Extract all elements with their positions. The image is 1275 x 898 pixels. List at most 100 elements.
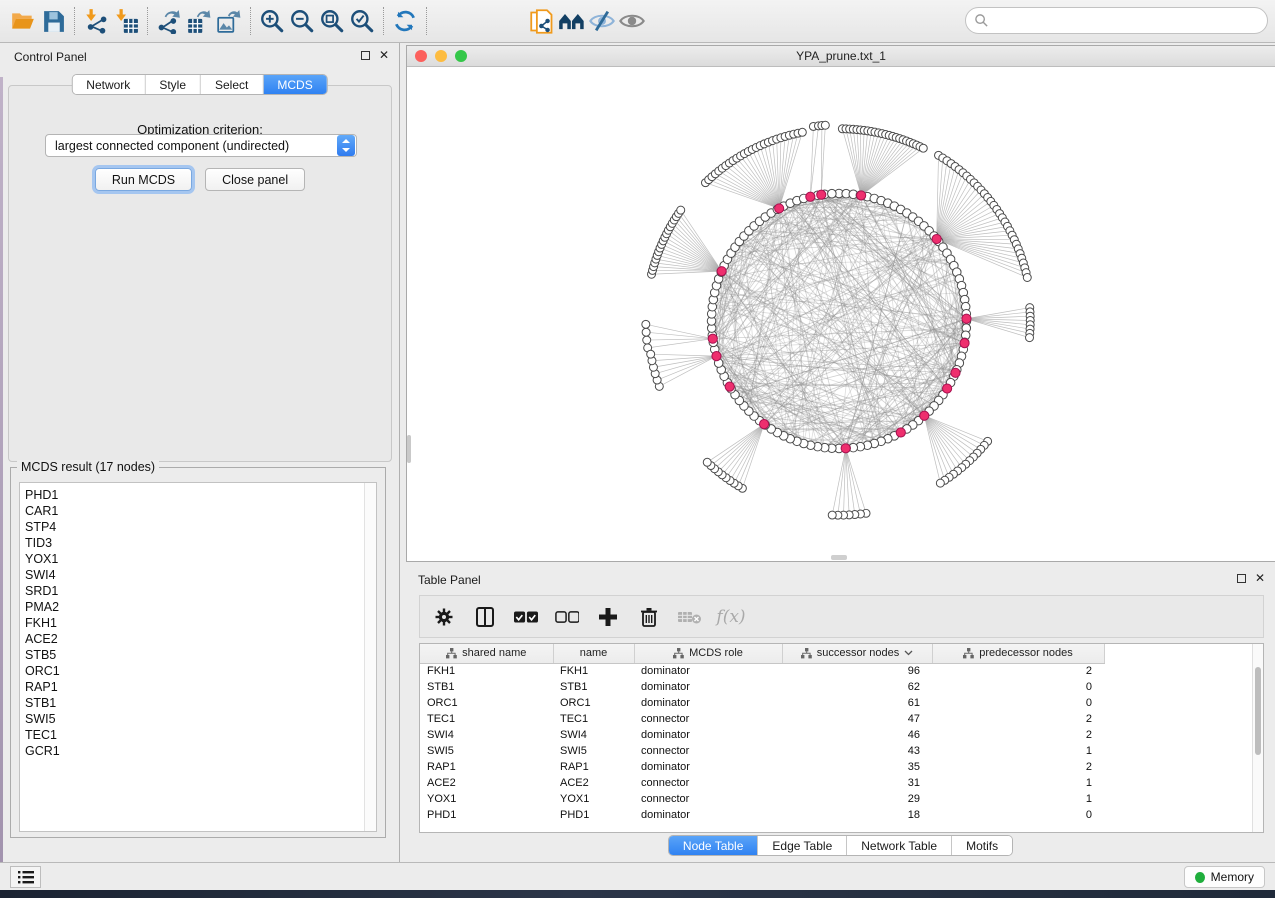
maximize-window-icon[interactable] [455, 50, 467, 62]
table-cell[interactable]: 43 [782, 743, 932, 759]
close-window-icon[interactable] [415, 50, 427, 62]
canvas-horizontal-scroll-thumb[interactable] [831, 555, 847, 560]
table-row[interactable]: STB1STB1dominator620 [420, 679, 1264, 695]
table-cell[interactable]: PHD1 [553, 807, 634, 823]
deselect-all-button[interactable] [555, 605, 579, 629]
zoom-out-button[interactable] [287, 6, 317, 36]
mcds-result-list[interactable]: PHD1CAR1STP4TID3YOX1SWI4SRD1PMA2FKH1ACE2… [19, 482, 377, 832]
graph-node[interactable] [703, 458, 711, 466]
import-network-button[interactable] [81, 6, 111, 36]
table-cell[interactable]: 0 [932, 807, 1104, 823]
tab-mcds[interactable]: MCDS [263, 75, 326, 94]
table-cell[interactable]: TEC1 [420, 711, 553, 727]
memory-button[interactable]: Memory [1184, 866, 1265, 888]
mcds-result-item[interactable]: FKH1 [25, 615, 376, 631]
zoom-selected-button[interactable] [347, 6, 377, 36]
graph-node[interactable] [1023, 274, 1031, 282]
table-cell[interactable]: 0 [932, 679, 1104, 695]
column-header-mcds-role[interactable]: MCDS role [634, 644, 782, 663]
graph-hub-node[interactable] [960, 339, 969, 348]
tab-style[interactable]: Style [145, 75, 201, 94]
graph-hub-node[interactable] [943, 384, 952, 393]
table-row[interactable]: TEC1TEC1connector472 [420, 711, 1264, 727]
graph-hub-node[interactable] [857, 191, 866, 200]
table-cell[interactable]: YOX1 [553, 791, 634, 807]
mcds-result-item[interactable]: ACE2 [25, 631, 376, 647]
mcds-result-item[interactable]: PHD1 [25, 487, 376, 503]
table-cell[interactable]: 29 [782, 791, 932, 807]
search-input[interactable] [989, 11, 1267, 31]
graph-hub-node[interactable] [717, 267, 726, 276]
float-panel-icon[interactable] [1237, 574, 1246, 583]
table-cell[interactable]: YOX1 [420, 791, 553, 807]
graph-hub-node[interactable] [712, 352, 721, 361]
table-cell[interactable]: connector [634, 743, 782, 759]
copy-style-button[interactable] [527, 6, 557, 36]
graph-node[interactable] [642, 328, 650, 336]
graph-node[interactable] [642, 320, 650, 328]
graph-node[interactable] [828, 511, 836, 519]
table-settings-button[interactable] [432, 605, 456, 629]
table-cell[interactable]: dominator [634, 727, 782, 743]
graph-node[interactable] [821, 121, 829, 129]
graph-hub-node[interactable] [951, 368, 960, 377]
network-window-titlebar[interactable]: YPA_prune.txt_1 [407, 46, 1275, 67]
graph-node[interactable] [828, 189, 837, 198]
table-cell[interactable]: connector [634, 711, 782, 727]
mcds-result-item[interactable]: PMA2 [25, 599, 376, 615]
mcds-result-item[interactable]: STB5 [25, 647, 376, 663]
tab-network-table[interactable]: Network Table [847, 836, 952, 855]
table-cell[interactable]: dominator [634, 663, 782, 679]
graph-hub-node[interactable] [759, 420, 768, 429]
table-cell[interactable]: dominator [634, 759, 782, 775]
mcds-result-item[interactable]: YOX1 [25, 551, 376, 567]
tab-network[interactable]: Network [72, 75, 145, 94]
table-cell[interactable]: STB1 [420, 679, 553, 695]
export-table-button[interactable] [184, 6, 214, 36]
refresh-button[interactable] [390, 6, 420, 36]
graph-hub-node[interactable] [932, 234, 941, 243]
graph-hub-node[interactable] [775, 204, 784, 213]
mcds-result-item[interactable]: SRD1 [25, 583, 376, 599]
save-session-button[interactable] [38, 6, 68, 36]
graph-hub-node[interactable] [896, 428, 905, 437]
export-network-button[interactable] [154, 6, 184, 36]
column-header-successor-nodes[interactable]: successor nodes [782, 644, 932, 663]
zoom-fit-button[interactable] [317, 6, 347, 36]
table-cell[interactable]: connector [634, 791, 782, 807]
table-cell[interactable]: FKH1 [553, 663, 634, 679]
mcds-result-item[interactable]: TID3 [25, 535, 376, 551]
destroy-table-button[interactable] [678, 605, 702, 629]
table-cell[interactable]: 18 [782, 807, 932, 823]
graph-node[interactable] [677, 206, 685, 214]
tab-motifs[interactable]: Motifs [952, 836, 1012, 855]
graph-hub-node[interactable] [806, 192, 815, 201]
table-cell[interactable]: 35 [782, 759, 932, 775]
table-cell[interactable]: SWI4 [553, 727, 634, 743]
table-cell[interactable]: connector [634, 775, 782, 791]
graph-hub-node[interactable] [708, 334, 717, 343]
graph-node[interactable] [643, 336, 651, 344]
network-canvas[interactable] [407, 67, 1274, 561]
mcds-result-item[interactable]: SWI4 [25, 567, 376, 583]
table-cell[interactable]: dominator [634, 807, 782, 823]
table-cell[interactable]: 0 [932, 695, 1104, 711]
add-row-button[interactable] [596, 605, 620, 629]
open-session-button[interactable] [8, 6, 38, 36]
table-row[interactable]: FKH1FKH1dominator962 [420, 663, 1264, 679]
table-cell[interactable]: 2 [932, 711, 1104, 727]
close-panel-button[interactable]: Close panel [205, 168, 305, 191]
split-columns-button[interactable] [473, 605, 497, 629]
table-cell[interactable]: dominator [634, 679, 782, 695]
table-cell[interactable]: 2 [932, 727, 1104, 743]
show-task-history-button[interactable] [10, 866, 41, 888]
graph-hub-node[interactable] [920, 411, 929, 420]
table-cell[interactable]: SWI4 [420, 727, 553, 743]
tab-node-table[interactable]: Node Table [669, 836, 759, 855]
table-cell[interactable]: PHD1 [420, 807, 553, 823]
graph-node[interactable] [1026, 334, 1034, 342]
function-builder-button[interactable]: f(x) [719, 605, 743, 629]
zoom-in-button[interactable] [257, 6, 287, 36]
graph-node[interactable] [798, 128, 806, 136]
table-scrollbar[interactable] [1252, 644, 1263, 832]
